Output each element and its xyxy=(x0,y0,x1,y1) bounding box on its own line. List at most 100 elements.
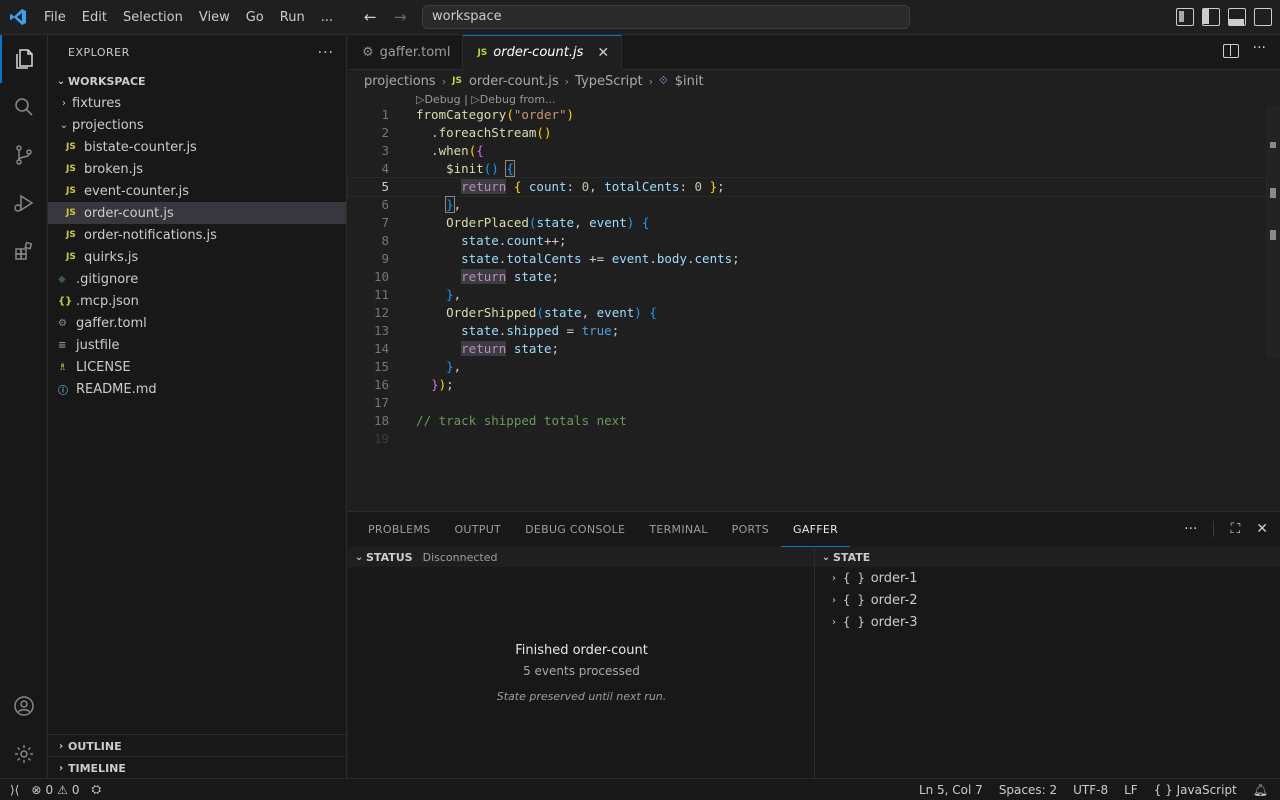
breadcrumb-item[interactable]: order-count.js xyxy=(469,74,559,89)
menu-more[interactable]: ... xyxy=(313,0,341,35)
tab-problems[interactable]: PROBLEMS xyxy=(356,512,442,547)
breadcrumb-item[interactable]: TypeScript xyxy=(575,74,643,89)
toggle-secondary-sidebar-icon[interactable] xyxy=(1254,8,1272,26)
more-actions-icon[interactable]: ··· xyxy=(318,45,334,61)
tab-output[interactable]: OUTPUT xyxy=(442,512,513,547)
state-header[interactable]: ⌄ STATE xyxy=(815,547,1280,567)
accounts-icon[interactable] xyxy=(0,682,48,730)
forward-arrow-icon[interactable]: → xyxy=(389,8,411,26)
tree-folder[interactable]: › fixtures xyxy=(48,92,346,114)
chevron-right-icon: › xyxy=(441,74,447,88)
tab-label: gaffer.toml xyxy=(379,45,451,60)
state-item[interactable]: › { } order-3 xyxy=(815,611,1280,633)
more-actions-icon[interactable]: ··· xyxy=(1184,521,1197,537)
tree-folder[interactable]: ⌄ projections xyxy=(48,114,346,136)
tree-file[interactable]: JS bistate-counter.js xyxy=(48,136,346,158)
editor-scrollbar[interactable] xyxy=(1266,106,1280,358)
timeline-section[interactable]: › TIMELINE xyxy=(48,756,347,779)
divider xyxy=(1213,521,1215,537)
explorer-sidebar: EXPLORER ··· ⌄ WORKSPACE › fixtures ⌄ proje… xyxy=(48,35,347,778)
tree-file[interactable]: JS event-counter.js xyxy=(48,180,346,202)
scroll-marker xyxy=(1270,142,1276,148)
scroll-marker xyxy=(1270,188,1276,198)
state-title: STATE xyxy=(833,550,871,564)
tree-item-label: gaffer.toml xyxy=(76,315,147,331)
outline-section[interactable]: › OUTLINE xyxy=(48,734,347,757)
menu-run[interactable]: Run xyxy=(272,0,313,35)
tree-file[interactable]: JS broken.js xyxy=(48,158,346,180)
tree-file[interactable]: ≡ justfile xyxy=(48,334,346,356)
tree-file[interactable]: JS quirks.js xyxy=(48,246,346,268)
state-label: order-1 xyxy=(870,570,918,586)
search-icon[interactable] xyxy=(0,83,48,131)
tab-terminal[interactable]: TERMINAL xyxy=(637,512,719,547)
explorer-title: EXPLORER xyxy=(68,46,130,59)
tree-item-label: bistate-counter.js xyxy=(84,139,197,155)
close-panel-icon[interactable]: ✕ xyxy=(1256,521,1268,537)
tab-gaffer[interactable]: GAFFER xyxy=(781,512,851,547)
end-of-line[interactable]: LF xyxy=(1124,783,1138,797)
tree-file[interactable]: JS order-notifications.js xyxy=(48,224,346,246)
more-actions-icon[interactable]: ··· xyxy=(1253,40,1266,58)
tree-file[interactable]: JS order-count.js xyxy=(48,202,346,224)
workspace-section-header[interactable]: ⌄ WORKSPACE xyxy=(48,70,346,92)
tree-file[interactable]: ⚙ gaffer.toml xyxy=(48,312,346,334)
command-center-search[interactable]: workspace xyxy=(422,5,910,29)
menu-edit[interactable]: Edit xyxy=(74,0,115,35)
menu-go[interactable]: Go xyxy=(238,0,272,35)
menu-selection[interactable]: Selection xyxy=(115,0,191,35)
status-header[interactable]: ⌄ STATUS Disconnected xyxy=(348,547,814,567)
tab-gaffer-toml[interactable]: ⚙ gaffer.toml xyxy=(348,35,464,70)
code-line: 9 state.totalCents += event.body.cents; xyxy=(381,251,740,266)
maximize-panel-icon[interactable]: ⛶ xyxy=(1230,521,1240,537)
problems-indicator[interactable]: ⊗ 0 ⚠ 0 xyxy=(31,783,79,797)
notifications-bell-icon[interactable]: 🔔︎ xyxy=(1253,783,1268,797)
chevron-right-icon: › xyxy=(832,594,836,606)
encoding[interactable]: UTF-8 xyxy=(1073,783,1108,797)
source-control-icon[interactable] xyxy=(0,131,48,179)
menu-file[interactable]: File xyxy=(36,0,74,35)
tree-file[interactable]: ⓘ README.md xyxy=(48,378,346,400)
state-item[interactable]: › { } order-1 xyxy=(815,567,1280,589)
explorer-icon[interactable] xyxy=(0,35,48,83)
breadcrumb-item[interactable]: projections xyxy=(364,74,436,89)
codelens-debug[interactable]: ▷Debug | ▷Debug from... xyxy=(416,93,556,106)
tree-item-label: order-notifications.js xyxy=(84,227,217,243)
breadcrumb-item[interactable]: $init xyxy=(675,74,704,89)
code-line: 15 }, xyxy=(373,359,462,374)
tab-order-count-js[interactable]: JS order-count.js ✕ xyxy=(463,35,623,70)
manage-gear-icon[interactable] xyxy=(0,730,48,778)
extensions-icon[interactable] xyxy=(0,227,48,275)
tab-debug-console[interactable]: DEBUG CONSOLE xyxy=(513,512,637,547)
menu-view[interactable]: View xyxy=(191,0,238,35)
language-mode[interactable]: { } JavaScript xyxy=(1154,783,1237,797)
code-line: 11 }, xyxy=(373,287,462,302)
state-label: order-3 xyxy=(870,614,918,630)
tab-ports[interactable]: PORTS xyxy=(720,512,781,547)
run-debug-icon[interactable] xyxy=(0,179,48,227)
toggle-primary-sidebar-icon[interactable] xyxy=(1202,8,1220,26)
code-line: 18// track shipped totals next xyxy=(373,413,627,428)
customize-layout-icon[interactable] xyxy=(1176,8,1194,26)
close-icon[interactable]: ✕ xyxy=(597,45,609,61)
state-item[interactable]: › { } order-2 xyxy=(815,589,1280,611)
back-arrow-icon[interactable]: ← xyxy=(359,8,381,26)
tree-item-label: projections xyxy=(72,117,144,133)
remote-icon[interactable]: ⟩⟨ xyxy=(10,783,19,797)
toggle-panel-icon[interactable] xyxy=(1228,8,1246,26)
menu-bar: File Edit Selection View Go Run ... xyxy=(36,0,341,35)
chevron-down-icon: ⌄ xyxy=(821,551,831,563)
tree-item-label: README.md xyxy=(76,381,157,397)
indentation[interactable]: Spaces: 2 xyxy=(999,783,1057,797)
status-right: Ln 5, Col 7 Spaces: 2 UTF-8 LF { } JavaS… xyxy=(919,783,1268,797)
tree-file[interactable]: {} .mcp.json xyxy=(48,290,346,312)
finished-message: Finished order-count xyxy=(515,643,648,658)
code-editor[interactable]: 1 fromCategory("order") 2 .foreachStream(… xyxy=(347,106,1267,448)
debug-icon[interactable]: ⛭ xyxy=(91,782,101,797)
split-editor-icon[interactable] xyxy=(1222,44,1239,58)
chevron-right-icon: › xyxy=(564,74,570,88)
cursor-position[interactable]: Ln 5, Col 7 xyxy=(919,783,983,797)
bottom-panel: PROBLEMS OUTPUT DEBUG CONSOLE TERMINAL P… xyxy=(348,511,1280,779)
tree-file[interactable]: ♗ LICENSE xyxy=(48,356,346,378)
tree-file[interactable]: ◆ .gitignore xyxy=(48,268,346,290)
